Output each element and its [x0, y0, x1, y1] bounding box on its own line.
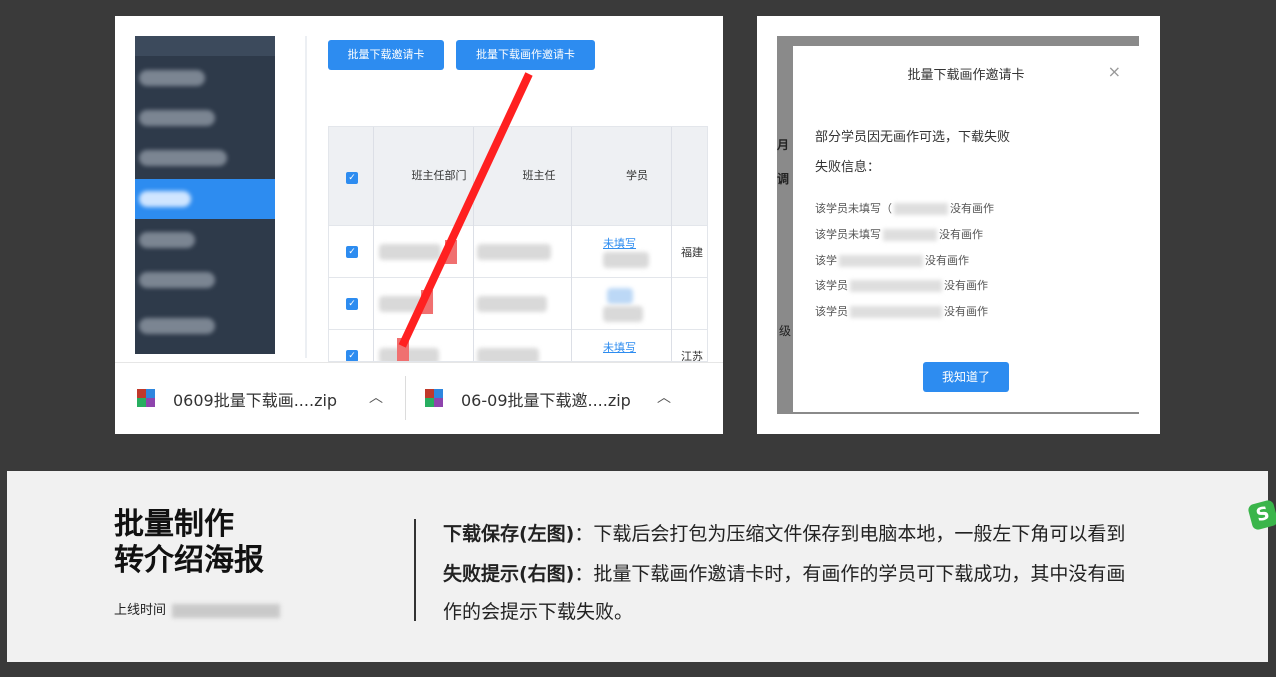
sidebar-item[interactable] — [135, 260, 275, 300]
sidebar-item[interactable] — [135, 58, 275, 98]
row-tail-text: 福建 — [681, 246, 703, 259]
zip-file-icon — [425, 389, 443, 407]
row-checkbox[interactable]: ✓ — [346, 298, 358, 310]
download-file-name: 0609批量下载画....zip — [173, 391, 338, 410]
launch-time: 上线时间 — [114, 599, 281, 618]
table-col-line — [373, 127, 374, 361]
sidebar-item[interactable] — [135, 220, 275, 260]
blurred-cell — [477, 348, 539, 361]
failure-screenshot: 月 调 级 批量下载画作邀请卡 × 部分学员因无画作可选，下载失败 失败信息： … — [757, 16, 1160, 434]
description-line1: 下载保存(左图)：下载后会打包为压缩文件保存到电脑本地，一般左下角可以看到 — [443, 523, 1126, 545]
blurred-cell — [477, 296, 547, 312]
row-checkbox[interactable]: ✓ — [346, 246, 358, 258]
download-file-name: 06-09批量下载邀....zip — [461, 391, 631, 410]
student-link[interactable]: 未填写 — [603, 339, 636, 355]
sidebar-item[interactable] — [135, 306, 275, 346]
description-line3: 作的会提示下载失败。 — [443, 601, 634, 623]
background-text: 月 — [777, 138, 790, 152]
student-table: ✓ 班主任部门 班主任 学员 ✓ 未填写 福建 ✓ ✓ 未填写 江苏 — [328, 126, 708, 362]
blurred-cell — [477, 244, 551, 260]
sidebar-item-active[interactable] — [135, 179, 275, 219]
row-tail-text: 江苏 — [681, 350, 703, 362]
modal-info-label: 失败信息： — [815, 160, 881, 175]
table-col-line — [571, 127, 572, 361]
chevron-up-icon[interactable]: ︿ — [369, 387, 383, 407]
failure-modal: 批量下载画作邀请卡 × 部分学员因无画作可选，下载失败 失败信息： 该学员未填写… — [793, 46, 1139, 412]
download-screenshot: 批量下载邀请卡 批量下载画作邀请卡 ✓ 班主任部门 班主任 学员 ✓ 未填写 福… — [115, 16, 723, 434]
modal-title: 批量下载画作邀请卡 — [907, 68, 1025, 83]
batch-download-artwork-invitation-button[interactable]: 批量下载画作邀请卡 — [456, 40, 595, 70]
panel-title-line2: 转介绍海报 — [114, 543, 264, 578]
download-separator — [405, 376, 406, 420]
table-row: ✓ 未填写 江苏 — [329, 329, 707, 362]
description-line2: 失败提示(右图)：批量下载画作邀请卡时，有画作的学员可下载成功，其中没有画 — [443, 563, 1126, 585]
background-text: 级 — [779, 324, 792, 338]
failure-line: 该学员未填写 没有画作 — [815, 228, 983, 241]
info-panel: 批量制作 转介绍海报 上线时间 下载保存(左图)：下载后会打包为压缩文件保存到电… — [7, 471, 1268, 662]
student-link[interactable]: 未填写 — [603, 235, 636, 251]
download-item[interactable]: 06-09批量下载邀....zip ︿ — [425, 383, 685, 413]
sidebar-header — [135, 36, 275, 56]
batch-download-invitation-button[interactable]: 批量下载邀请卡 — [328, 40, 444, 70]
failure-line: 该学员未填写（ 没有画作 — [815, 202, 994, 215]
sidebar — [135, 36, 275, 354]
sidebar-item[interactable] — [135, 138, 275, 178]
blurred-cell — [603, 306, 643, 322]
download-bar: 0609批量下载画....zip ︿ 06-09批量下载邀....zip ︿ — [115, 362, 723, 434]
table-row: ✓ — [329, 277, 707, 329]
download-item[interactable]: 0609批量下载画....zip ︿ — [137, 383, 397, 413]
table-col-line — [671, 127, 672, 361]
row-checkbox[interactable]: ✓ — [346, 350, 358, 361]
sidebar-item[interactable] — [135, 98, 275, 138]
header-student: 学员 — [626, 169, 648, 182]
blurred-cell — [379, 348, 439, 361]
table-col-line — [473, 127, 474, 361]
panel-title-line1: 批量制作 — [114, 507, 234, 542]
blurred-link[interactable] — [607, 288, 633, 304]
modal-message: 部分学员因无画作可选，下载失败 — [815, 130, 1011, 145]
table-row: ✓ 未填写 福建 — [329, 225, 707, 277]
failure-line: 该学员 没有画作 — [815, 305, 988, 318]
failure-line: 该学员 没有画作 — [815, 279, 988, 292]
header-teacher: 班主任 — [522, 169, 556, 182]
failure-line: 该学 没有画作 — [815, 254, 969, 267]
panel-divider — [414, 519, 416, 621]
background-text: 调 — [777, 172, 790, 186]
content-divider — [305, 36, 307, 358]
select-all-checkbox[interactable]: ✓ — [346, 172, 358, 184]
blurred-cell — [379, 244, 441, 260]
chevron-up-icon[interactable]: ︿ — [657, 387, 671, 407]
zip-file-icon — [137, 389, 155, 407]
acknowledge-button[interactable]: 我知道了 — [923, 362, 1009, 392]
close-icon[interactable]: × — [1108, 62, 1121, 81]
blurred-cell — [603, 252, 649, 268]
